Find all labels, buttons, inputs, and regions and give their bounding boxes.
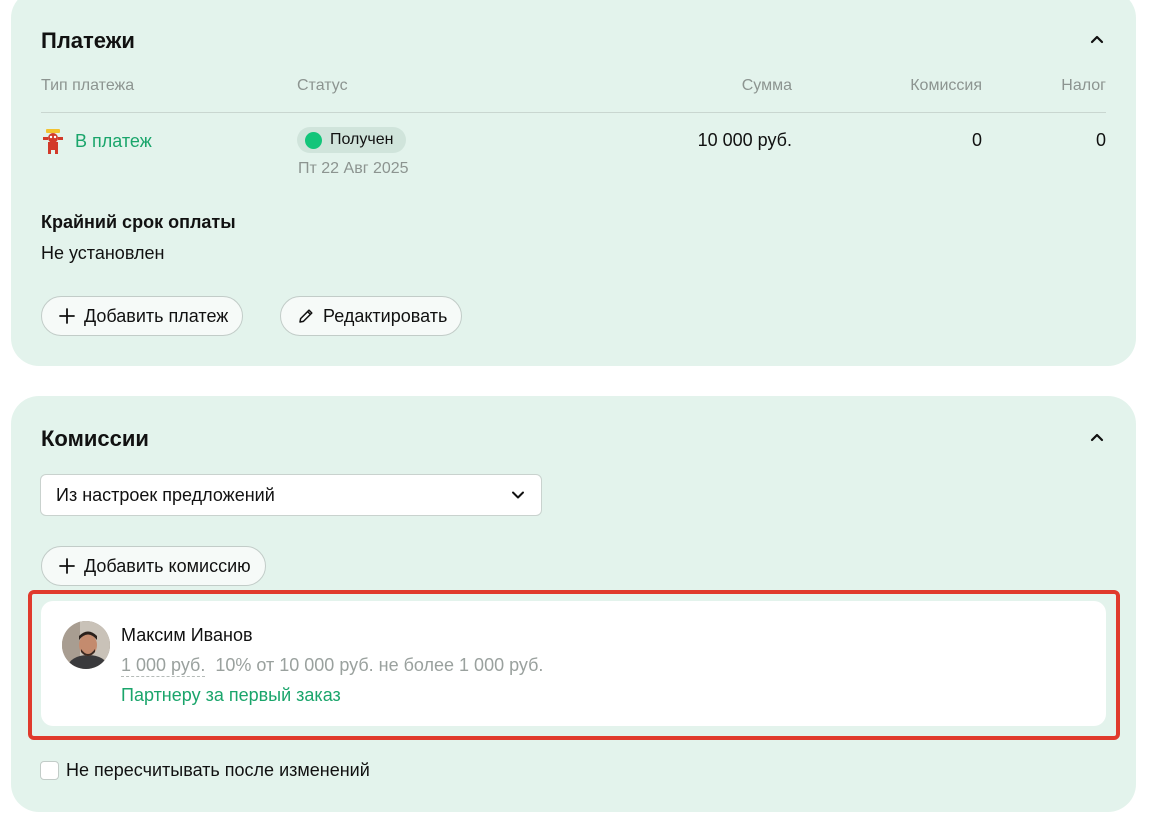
plus-icon: [59, 558, 75, 574]
add-payment-label: Добавить платеж: [84, 305, 229, 326]
partner-name: Максим Иванов: [121, 625, 253, 645]
status-date: Пт 22 Авг 2025: [298, 160, 409, 177]
no-recalc-label: Не пересчитывать после изменений: [66, 760, 370, 780]
status-badge: Получен: [297, 127, 407, 153]
status-dot-icon: [305, 131, 322, 149]
edit-label: Редактировать: [323, 305, 448, 326]
commissions-title: Комиссии: [41, 426, 149, 451]
payment-type-label: В платеж: [75, 130, 152, 151]
commission-amount: 1 000 руб.: [121, 655, 206, 677]
payments-title: Платежи: [41, 28, 135, 53]
edit-button[interactable]: Редактировать: [280, 296, 463, 336]
commission-amount-line: 1 000 руб. 10% от 10 000 руб. не более 1…: [121, 655, 543, 677]
pencil-icon: [299, 309, 313, 323]
plus-icon: [59, 308, 75, 324]
chevron-up-icon: [1090, 35, 1104, 44]
status-label: Получен: [330, 131, 394, 148]
table-divider: [41, 112, 1106, 113]
payments-collapse-button[interactable]: [1086, 28, 1108, 50]
commission-item[interactable]: Максим Иванов 1 000 руб. 10% от 10 000 р…: [41, 601, 1106, 726]
column-header-amount: Сумма: [741, 77, 792, 94]
chevron-down-icon: [512, 491, 524, 499]
service-logo-icon: [43, 129, 63, 154]
column-header-status: Статус: [297, 77, 348, 94]
payments-card: Платежи Тип платежа Статус Сумма Комисси…: [11, 0, 1136, 366]
commissions-collapse-button[interactable]: [1086, 426, 1108, 448]
add-commission-label: Добавить комиссию: [84, 555, 251, 576]
no-recalc-checkbox[interactable]: [40, 761, 59, 780]
deadline-label: Крайний срок оплаты: [41, 212, 236, 232]
add-payment-button[interactable]: Добавить платеж: [41, 296, 244, 336]
column-header-commission: Комиссия: [910, 77, 982, 94]
payment-commission: 0: [971, 130, 982, 150]
commission-source-value: Из настроек предложений: [56, 484, 275, 505]
commissions-card: Комиссии Из настроек предложений Добавит…: [11, 396, 1136, 812]
commission-formula: 10% от 10 000 руб. не более 1 000 руб.: [215, 655, 544, 675]
payment-amount: 10 000 руб.: [697, 130, 792, 150]
avatar: [62, 621, 110, 669]
commission-rule-link[interactable]: Партнеру за первый заказ: [121, 685, 341, 706]
payment-tax: 0: [1095, 130, 1106, 150]
column-header-tax: Налог: [1061, 77, 1106, 94]
payment-type-link[interactable]: В платеж: [41, 128, 152, 154]
no-recalc-option[interactable]: Не пересчитывать после изменений: [40, 760, 370, 781]
deadline-value: Не установлен: [41, 243, 165, 263]
commission-source-select[interactable]: Из настроек предложений: [40, 474, 542, 516]
user-photo-icon: [62, 621, 110, 669]
add-commission-button[interactable]: Добавить комиссию: [41, 546, 266, 586]
chevron-up-icon: [1090, 433, 1104, 442]
column-header-type: Тип платежа: [41, 77, 135, 94]
